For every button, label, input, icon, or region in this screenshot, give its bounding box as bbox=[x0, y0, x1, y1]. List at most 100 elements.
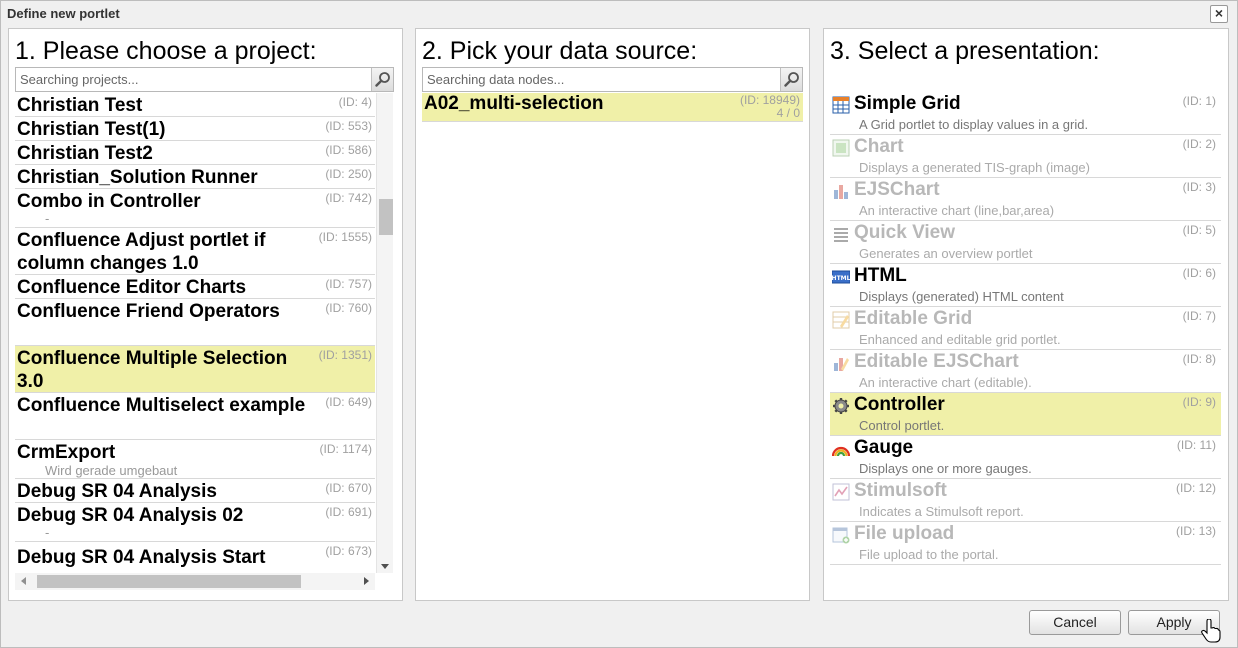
presentation-item-editable-ejschart[interactable]: Editable EJSChart An interactive chart (… bbox=[830, 350, 1221, 393]
list-item[interactable]: CrmExport (ID: 1174) Wird gerade umgebau… bbox=[15, 440, 375, 479]
project-name: Debug SR 04 Analysis bbox=[17, 481, 217, 502]
search-icon bbox=[375, 72, 390, 87]
presentation-item-gauge[interactable]: Gauge Displays one or more gauges. (ID: … bbox=[830, 436, 1221, 479]
cancel-button[interactable]: Cancel bbox=[1029, 610, 1121, 635]
presentation-name: EJSChart bbox=[854, 179, 940, 200]
presentation-item-ejschart[interactable]: EJSChart An interactive chart (line,bar,… bbox=[830, 178, 1221, 221]
project-name: Christian_Solution Runner bbox=[17, 167, 258, 188]
presentation-description: An interactive chart (editable). bbox=[859, 375, 1032, 390]
project-name: Confluence Multiple Selection 3.0 bbox=[17, 348, 288, 392]
project-id: (ID: 673) bbox=[325, 544, 372, 558]
project-search-box bbox=[15, 67, 394, 92]
project-list-horizontal-scrollbar[interactable] bbox=[15, 573, 375, 590]
project-description: - bbox=[45, 211, 50, 226]
list-icon bbox=[834, 228, 848, 242]
project-panel: 1. Please choose a project: Christian Te… bbox=[8, 28, 403, 601]
project-id: (ID: 4) bbox=[338, 95, 372, 109]
presentation-description: Control portlet. bbox=[859, 418, 945, 433]
bar-chart-icon bbox=[834, 185, 848, 199]
list-item[interactable]: Debug SR 04 Analysis (ID: 670) bbox=[15, 479, 375, 503]
datasource-id: (ID: 18949) bbox=[739, 93, 800, 107]
list-item[interactable]: Confluence Friend Operators (ID: 760) bbox=[15, 299, 375, 346]
presentation-description: Displays one or more gauges. bbox=[859, 461, 1032, 476]
list-item[interactable]: Confluence Multiselect example (ID: 649) bbox=[15, 393, 375, 440]
close-icon[interactable]: × bbox=[1210, 5, 1228, 23]
presentation-description: Indicates a Stimulsoft report. bbox=[859, 504, 1024, 519]
project-list-vertical-scrollbar[interactable] bbox=[376, 93, 393, 573]
scroll-down-icon[interactable] bbox=[381, 564, 389, 569]
search-icon bbox=[784, 72, 799, 87]
list-item[interactable]: Christian Test (ID: 4) bbox=[15, 93, 375, 117]
project-name: Debug SR 04 Analysis Start bbox=[17, 547, 266, 568]
presentation-item-simple-grid[interactable]: Simple Grid A Grid portlet to display va… bbox=[830, 92, 1221, 135]
list-item[interactable]: Debug SR 04 Analysis 02 (ID: 691) - bbox=[15, 503, 375, 542]
datasource-search-box bbox=[422, 67, 803, 92]
presentation-name: Quick View bbox=[854, 222, 956, 243]
datasource-search-input[interactable] bbox=[423, 68, 780, 91]
presentation-panel-heading: 3. Select a presentation: bbox=[830, 37, 1100, 65]
presentation-description: Displays (generated) HTML content bbox=[859, 289, 1064, 304]
project-name: CrmExport bbox=[17, 442, 116, 463]
dialog-title: Define new portlet bbox=[7, 6, 120, 21]
project-name: Christian Test2 bbox=[17, 143, 153, 164]
presentation-name: Controller bbox=[854, 394, 945, 415]
project-search-button[interactable] bbox=[371, 68, 393, 91]
project-id: (ID: 1351) bbox=[318, 348, 372, 362]
project-panel-heading: 1. Please choose a project: bbox=[15, 37, 317, 65]
presentation-description: An interactive chart (line,bar,area) bbox=[859, 203, 1055, 218]
scrollbar-thumb[interactable] bbox=[37, 575, 301, 588]
grid-icon bbox=[832, 96, 850, 114]
project-id: (ID: 1174) bbox=[319, 442, 372, 456]
project-list: Christian Test (ID: 4) Christian Test(1)… bbox=[15, 93, 375, 573]
presentation-description: A Grid portlet to display values in a gr… bbox=[859, 117, 1089, 132]
list-item[interactable]: Confluence Editor Charts (ID: 757) bbox=[15, 275, 375, 299]
editable-grid-icon bbox=[832, 311, 850, 329]
datasource-panel-heading: 2. Pick your data source: bbox=[422, 37, 698, 65]
list-item[interactable]: Combo in Controller (ID: 742) - bbox=[15, 189, 375, 228]
presentation-id: (ID: 11) bbox=[1176, 438, 1216, 452]
gear-icon bbox=[833, 398, 849, 414]
datasource-panel: 2. Pick your data source: A02_multi-sele… bbox=[415, 28, 810, 601]
datasource-name: A02_multi-selection bbox=[424, 93, 604, 114]
list-item[interactable]: Christian Test2 (ID: 586) bbox=[15, 141, 375, 165]
project-name: Confluence Editor Charts bbox=[17, 277, 247, 298]
project-id: (ID: 553) bbox=[325, 119, 372, 133]
presentation-name: Simple Grid bbox=[854, 93, 961, 114]
list-item[interactable]: Debug SR 04 Analysis Start (ID: 673) bbox=[15, 542, 375, 573]
presentation-id: (ID: 1) bbox=[1182, 94, 1216, 108]
project-search-input[interactable] bbox=[16, 68, 371, 91]
project-id: (ID: 760) bbox=[325, 301, 372, 315]
presentation-name: Editable Grid bbox=[854, 308, 973, 329]
svg-text:HTML: HTML bbox=[832, 275, 850, 282]
presentation-name: Editable EJSChart bbox=[854, 351, 1019, 372]
presentation-item-file-upload[interactable]: File upload File upload to the portal. (… bbox=[830, 522, 1221, 565]
project-name: Christian Test bbox=[17, 95, 143, 116]
presentation-id: (ID: 9) bbox=[1182, 395, 1216, 409]
project-name: Confluence Friend Operators bbox=[17, 301, 280, 322]
presentation-id: (ID: 2) bbox=[1182, 137, 1216, 151]
project-id: (ID: 670) bbox=[325, 481, 372, 495]
project-id: (ID: 757) bbox=[325, 277, 372, 291]
project-name: Christian Test(1) bbox=[17, 119, 166, 140]
datasource-search-button[interactable] bbox=[780, 68, 802, 91]
presentation-item-stimulsoft[interactable]: Stimulsoft Indicates a Stimulsoft report… bbox=[830, 479, 1221, 522]
list-item[interactable]: Confluence Multiple Selection 3.0 (ID: 1… bbox=[15, 346, 375, 393]
list-item[interactable]: Christian_Solution Runner (ID: 250) bbox=[15, 165, 375, 189]
list-item[interactable]: Confluence Adjust portlet if column chan… bbox=[15, 228, 375, 275]
scrollbar-thumb[interactable] bbox=[379, 199, 393, 235]
presentation-item-editable-grid[interactable]: Editable Grid Enhanced and editable grid… bbox=[830, 307, 1221, 350]
editable-chart-icon bbox=[834, 358, 849, 371]
presentation-item-controller[interactable]: Controller Control portlet. (ID: 9) bbox=[830, 393, 1221, 436]
presentation-id: (ID: 7) bbox=[1182, 309, 1216, 323]
scroll-right-icon[interactable] bbox=[364, 577, 369, 585]
project-id: (ID: 250) bbox=[325, 167, 372, 181]
presentation-item-chart[interactable]: Chart Displays a generated TIS-graph (im… bbox=[830, 135, 1221, 178]
presentation-item-html[interactable]: HTML HTML Displays (generated) HTML cont… bbox=[830, 264, 1221, 307]
presentation-item-quick-view[interactable]: Quick View Generates an overview portlet… bbox=[830, 221, 1221, 264]
scroll-left-icon[interactable] bbox=[21, 577, 26, 585]
list-item[interactable]: Christian Test(1) (ID: 553) bbox=[15, 117, 375, 141]
datasource-item[interactable]: A02_multi-selection (ID: 18949) 4 / 0 bbox=[422, 93, 803, 122]
dialog-titlebar: Define new portlet × bbox=[1, 1, 1237, 26]
project-name: Combo in Controller bbox=[17, 191, 201, 212]
presentation-description: Displays a generated TIS-graph (image) bbox=[859, 160, 1090, 175]
